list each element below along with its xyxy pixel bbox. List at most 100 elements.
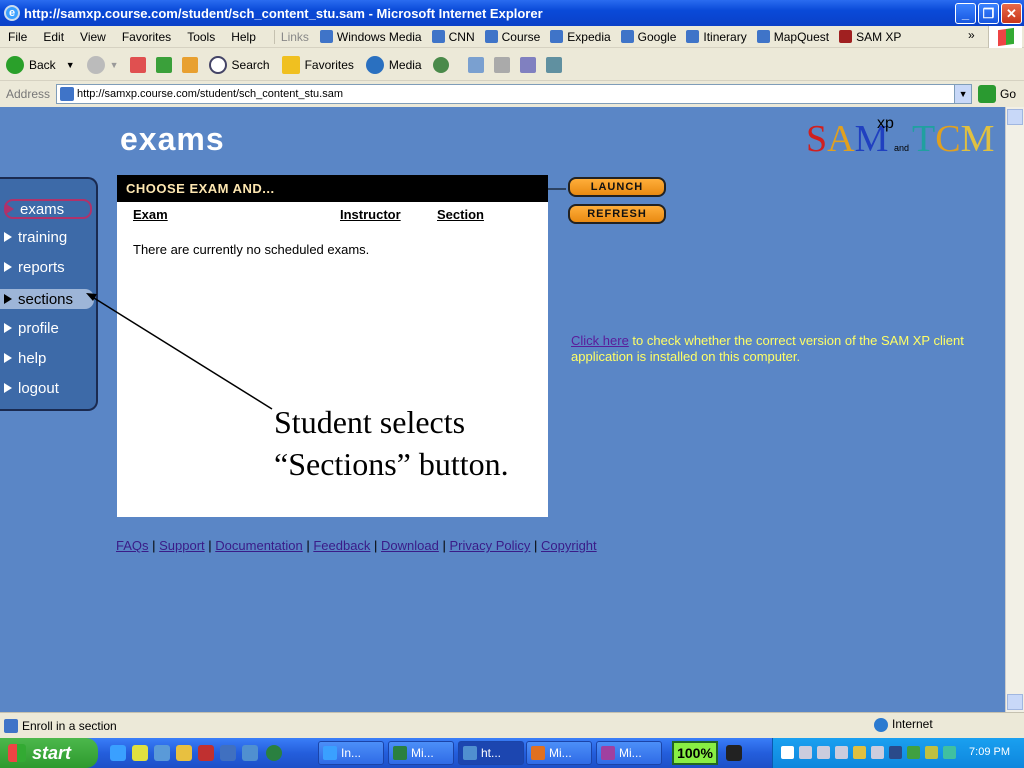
link-expedia[interactable]: Expedia <box>545 30 615 44</box>
footer-support[interactable]: Support <box>159 538 205 553</box>
task-browser[interactable]: ht... <box>458 741 524 765</box>
footer-faqs[interactable]: FAQs <box>116 538 149 553</box>
windows-flag-icon <box>998 27 1014 47</box>
sam-icon <box>839 30 853 43</box>
page-icon <box>4 718 18 733</box>
globe-icon <box>874 718 888 732</box>
task-ie[interactable]: In... <box>318 741 384 765</box>
menu-view[interactable]: View <box>72 30 114 44</box>
power-plug-icon[interactable] <box>726 745 742 761</box>
media-button[interactable]: Media <box>360 55 428 74</box>
link-itinerary[interactable]: Itinerary <box>681 30 751 44</box>
chevron-more-icon[interactable]: » <box>968 28 975 42</box>
quicklaunch-icon[interactable] <box>266 745 282 761</box>
footer-feedback[interactable]: Feedback <box>313 538 370 553</box>
home-icon[interactable] <box>181 56 198 73</box>
powerpoint-icon <box>531 746 545 760</box>
footer-privacy-policy[interactable]: Privacy Policy <box>449 538 530 553</box>
app-icon <box>601 746 615 760</box>
tray-icon[interactable] <box>817 746 830 759</box>
link-course[interactable]: Course <box>480 30 546 44</box>
footer-documentation[interactable]: Documentation <box>215 538 302 553</box>
folder-icon[interactable] <box>176 745 192 761</box>
ie-icon: e <box>4 5 20 21</box>
task-label: Mi... <box>411 746 434 760</box>
task-app[interactable]: Mi... <box>596 741 662 765</box>
tray-icon[interactable] <box>871 746 884 759</box>
status-label: Enroll in a section <box>22 718 117 733</box>
menu-edit[interactable]: Edit <box>35 30 72 44</box>
close-button[interactable]: ✕ <box>1001 3 1022 24</box>
link-label: MapQuest <box>773 29 830 44</box>
windows-flag-icon <box>8 744 26 762</box>
clock[interactable]: 7:09 PM <box>969 746 1010 758</box>
vertical-scrollbar[interactable] <box>1005 107 1024 712</box>
menu-favorites[interactable]: Favorites <box>114 30 179 44</box>
tray-icon[interactable] <box>889 746 902 759</box>
minimize-button[interactable]: _ <box>955 3 976 24</box>
go-arrow-icon <box>978 85 997 103</box>
back-button[interactable]: Back ▼ <box>0 55 81 74</box>
restore-button[interactable]: ❐ <box>978 3 999 24</box>
tray-icon[interactable] <box>799 746 812 759</box>
address-dropdown-icon[interactable]: ▼ <box>954 85 972 103</box>
page-icon <box>60 87 75 101</box>
taskbar: start In... Mi... ht... Mi... Mi... 100%… <box>0 738 1024 768</box>
back-arrow-icon <box>6 55 24 74</box>
quicklaunch-icon[interactable] <box>220 745 236 761</box>
tray-icon[interactable] <box>925 746 938 759</box>
task-powerpoint[interactable]: Mi... <box>526 741 592 765</box>
forward-button[interactable]: ▼ <box>81 55 125 74</box>
edit-icon[interactable] <box>519 56 536 73</box>
ie-quicklaunch-icon[interactable] <box>110 745 126 761</box>
menu-tools[interactable]: Tools <box>179 30 223 44</box>
link-label: CNN <box>448 29 475 44</box>
ie-page-icon <box>319 30 333 43</box>
quicklaunch-icon[interactable] <box>132 745 148 761</box>
title-bar: e http://samxp.course.com/student/sch_co… <box>0 0 1024 26</box>
system-tray: 7:09 PM <box>772 738 1024 768</box>
menu-bar: File Edit View Favorites Tools Help Link… <box>0 26 1024 48</box>
zoom-indicator[interactable]: 100% <box>672 741 718 765</box>
mail-icon[interactable] <box>467 56 484 73</box>
footer-download[interactable]: Download <box>381 538 439 553</box>
tray-icon[interactable] <box>907 746 920 759</box>
menu-help[interactable]: Help <box>223 30 264 44</box>
refresh-icon[interactable] <box>155 56 172 73</box>
media-globe-icon <box>365 55 384 74</box>
scroll-down-icon[interactable] <box>1007 694 1023 710</box>
link-cnn[interactable]: CNN <box>427 30 480 44</box>
go-button[interactable]: Go <box>978 85 1016 103</box>
messenger-icon[interactable] <box>545 56 562 73</box>
link-label: SAM XP <box>856 29 902 44</box>
stop-icon[interactable] <box>129 56 146 73</box>
dropdown-icon[interactable]: ▼ <box>110 60 119 70</box>
ie-page-icon <box>756 30 770 43</box>
print-icon[interactable] <box>493 56 510 73</box>
task-label: In... <box>341 746 362 760</box>
link-windows-media[interactable]: Windows Media <box>315 30 427 44</box>
link-label: Windows Media <box>336 29 422 44</box>
tray-icon[interactable] <box>781 746 794 759</box>
footer-copyright[interactable]: Copyright <box>541 538 597 553</box>
address-input[interactable]: http://samxp.course.com/student/sch_cont… <box>56 84 973 104</box>
status-bar: Enroll in a section Internet <box>0 712 1024 738</box>
quicklaunch-icon[interactable] <box>154 745 170 761</box>
dropdown-icon[interactable]: ▼ <box>66 60 75 70</box>
tray-icon[interactable] <box>835 746 848 759</box>
task-excel[interactable]: Mi... <box>388 741 454 765</box>
tray-icon[interactable] <box>853 746 866 759</box>
annotation-line-1: Student selects <box>274 404 466 440</box>
favorites-button[interactable]: Favorites <box>276 55 360 74</box>
powerpoint-icon[interactable] <box>198 745 214 761</box>
scroll-up-icon[interactable] <box>1007 109 1023 125</box>
link-mapquest[interactable]: MapQuest <box>752 30 834 44</box>
menu-file[interactable]: File <box>0 30 35 44</box>
quicklaunch-icon[interactable] <box>242 745 258 761</box>
start-button[interactable]: start <box>0 738 98 768</box>
history-icon[interactable] <box>432 56 449 73</box>
search-button[interactable]: Search <box>203 55 276 74</box>
tray-icon[interactable] <box>943 746 956 759</box>
link-google[interactable]: Google <box>616 30 682 44</box>
link-sam-xp[interactable]: SAM XP <box>834 30 906 44</box>
